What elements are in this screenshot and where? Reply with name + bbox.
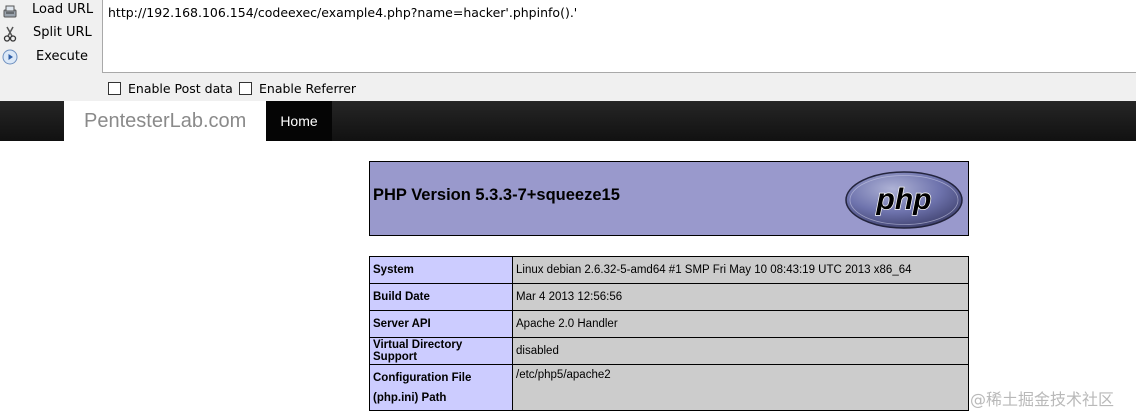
hackbar-toolbar: Load URL Split URL Execute http://192.16… xyxy=(0,0,1136,101)
site-brand-link[interactable]: PentesterLab.com xyxy=(64,101,266,141)
enable-referrer-checkbox[interactable]: Enable Referrer xyxy=(239,80,356,96)
table-row: System Linux debian 2.6.32-5-amd64 #1 SM… xyxy=(369,256,969,284)
enable-referrer-label: Enable Referrer xyxy=(259,80,357,96)
table-row: Server API Apache 2.0 Handler xyxy=(369,310,969,338)
info-key: Build Date xyxy=(369,283,513,311)
table-row: Virtual Directory Support disabled xyxy=(369,337,969,365)
site-navbar: PentesterLab.com Home xyxy=(0,101,1136,141)
load-url-icon xyxy=(3,5,17,18)
watermark: @稀土掘金技术社区 xyxy=(970,390,1115,409)
info-key: System xyxy=(369,256,513,284)
table-row: Configuration File (php.ini) Path /etc/p… xyxy=(369,364,969,411)
split-url-label: Split URL xyxy=(33,25,92,40)
info-value: Mar 4 2013 12:56:56 xyxy=(512,283,969,311)
php-version-header: PHP Version 5.3.3-7+squeeze15 php xyxy=(369,161,969,236)
info-key: Virtual Directory Support xyxy=(369,337,513,365)
nav-home-link[interactable]: Home xyxy=(266,101,332,141)
phpinfo-table: System Linux debian 2.6.32-5-amd64 #1 SM… xyxy=(369,256,969,411)
url-input[interactable]: http://192.168.106.154/codeexec/example4… xyxy=(102,0,1136,73)
info-value: Linux debian 2.6.32-5-amd64 #1 SMP Fri M… xyxy=(512,256,969,284)
php-logo: php xyxy=(845,171,963,229)
play-icon xyxy=(2,49,18,65)
table-row: Build Date Mar 4 2013 12:56:56 xyxy=(369,283,969,311)
scissors-icon xyxy=(3,26,17,42)
php-logo-text: php xyxy=(876,183,932,216)
php-version-title: PHP Version 5.3.3-7+squeeze15 xyxy=(373,186,620,204)
checkbox-box[interactable] xyxy=(239,81,252,95)
info-key: Configuration File (php.ini) Path xyxy=(369,364,513,411)
execute-label: Execute xyxy=(36,49,88,64)
info-value: disabled xyxy=(512,337,969,365)
load-url-label: Load URL xyxy=(32,2,94,17)
checkbox-box[interactable] xyxy=(108,81,121,95)
info-key: Server API xyxy=(369,310,513,338)
info-value: Apache 2.0 Handler xyxy=(512,310,969,338)
enable-post-data-label: Enable Post data xyxy=(128,80,233,96)
info-value: /etc/php5/apache2 xyxy=(512,364,969,411)
enable-post-data-checkbox[interactable]: Enable Post data xyxy=(108,80,233,96)
